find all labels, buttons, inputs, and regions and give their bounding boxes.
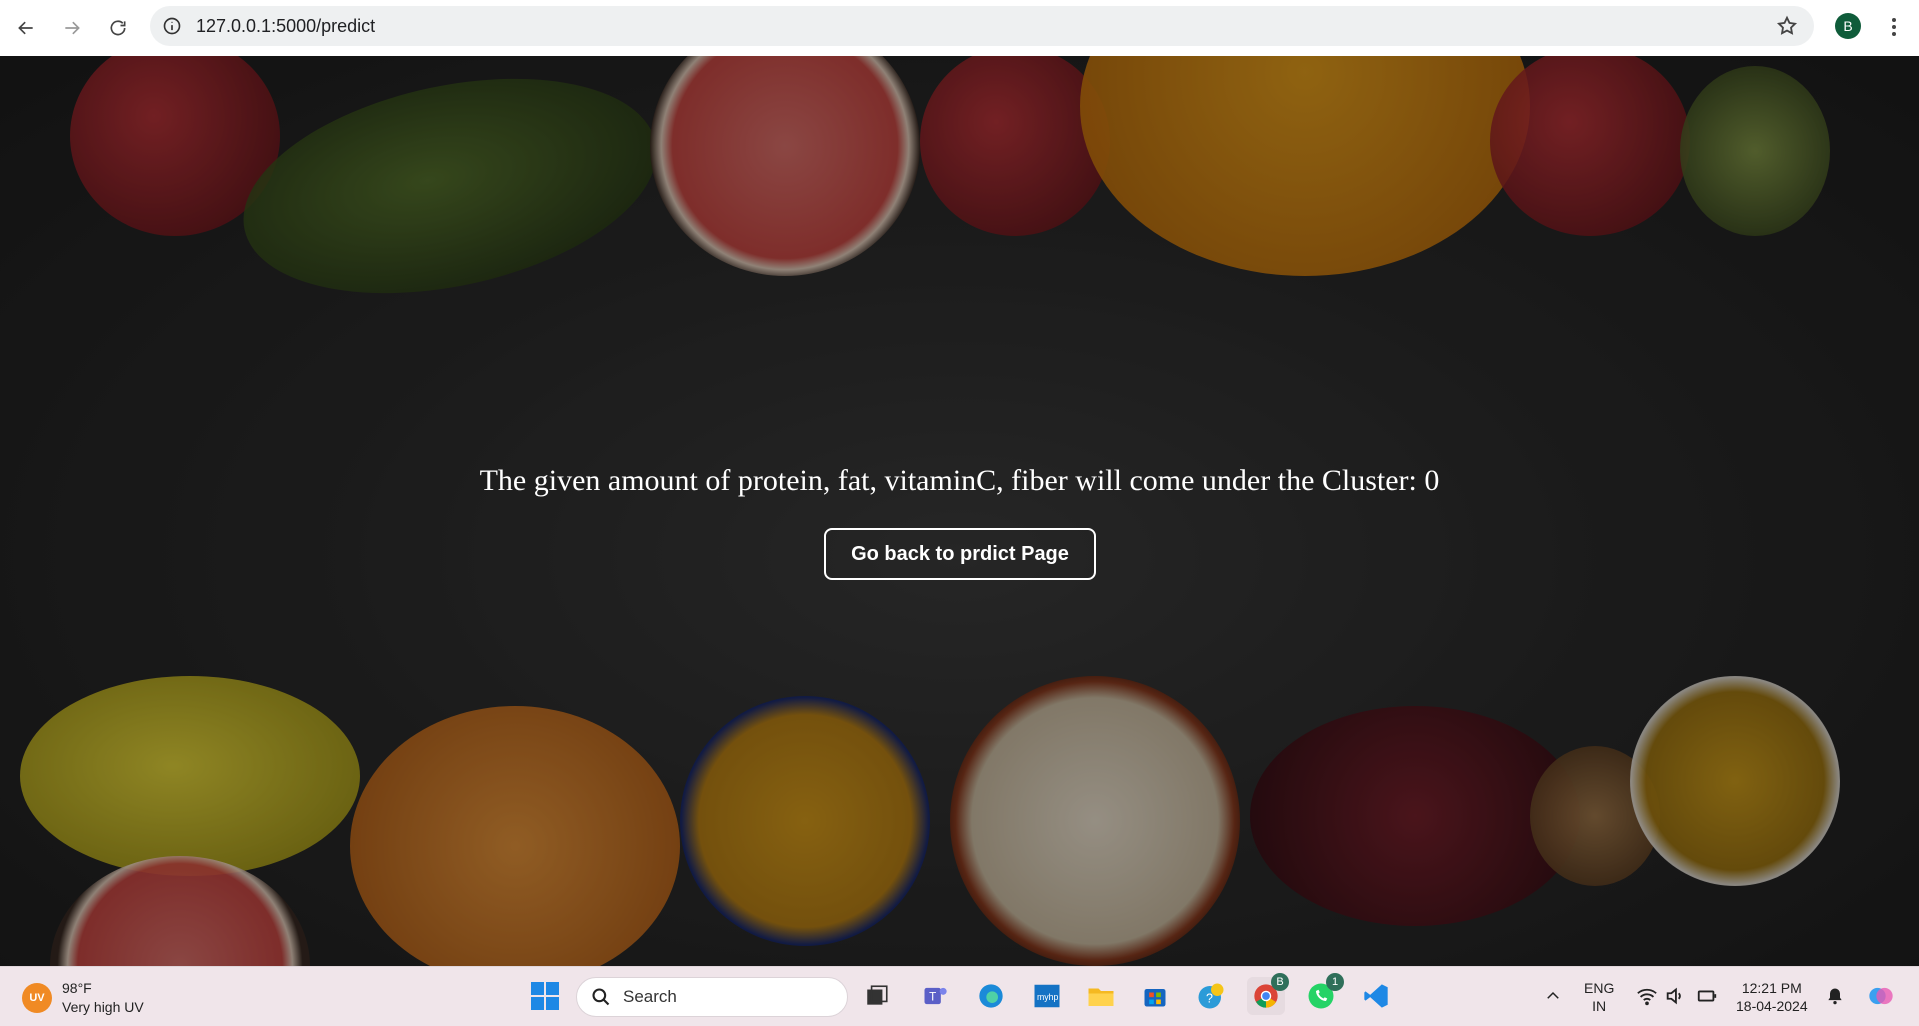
prediction-result-text: The given amount of protein, fat, vitami… <box>479 464 1440 497</box>
whatsapp-unread-badge: 1 <box>1326 973 1344 991</box>
chrome-profile-badge: B <box>1271 973 1289 991</box>
battery-icon[interactable] <box>1688 977 1726 1015</box>
task-view-icon[interactable] <box>858 977 896 1015</box>
copilot-icon[interactable] <box>1862 977 1900 1015</box>
site-info-icon[interactable] <box>162 16 182 36</box>
vscode-icon[interactable] <box>1357 977 1395 1015</box>
windows-start-icon[interactable] <box>526 977 564 1015</box>
language-indicator[interactable]: ENG IN <box>1584 979 1614 1015</box>
taskbar: UV 98°F Very high UV Search T myhp ? B 1 <box>0 966 1919 1026</box>
weather-temp: 98°F <box>62 980 92 996</box>
search-label: Search <box>623 987 677 1006</box>
address-bar[interactable]: 127.0.0.1:5000/predict <box>150 6 1814 46</box>
profile-avatar[interactable]: B <box>1835 13 1861 39</box>
teams-icon[interactable]: T <box>916 977 954 1015</box>
back-arrow-icon[interactable] <box>6 8 46 48</box>
browser-toolbar: 127.0.0.1:5000/predict B <box>0 0 1919 56</box>
svg-text:myhp: myhp <box>1037 992 1059 1002</box>
svg-text:?: ? <box>1206 991 1213 1005</box>
more-menu-icon[interactable] <box>1882 14 1906 40</box>
chrome-icon[interactable]: B <box>1247 973 1289 1015</box>
taskbar-search[interactable]: Search <box>576 977 848 1017</box>
language-secondary: IN <box>1592 998 1607 1014</box>
dark-overlay <box>0 56 1919 966</box>
clock-time: 12:21 PM <box>1741 980 1802 996</box>
go-back-button[interactable]: Go back to prdict Page <box>824 528 1096 580</box>
microsoft-store-icon[interactable] <box>1136 977 1174 1015</box>
edge-icon[interactable] <box>972 977 1010 1015</box>
notification-bell-icon[interactable] <box>1816 977 1854 1015</box>
weather-widget[interactable]: UV 98°F Very high UV <box>22 979 144 1017</box>
whatsapp-icon[interactable]: 1 <box>1302 973 1344 1015</box>
weather-desc: Very high UV <box>62 999 144 1015</box>
reload-icon[interactable] <box>98 8 138 48</box>
forward-arrow-icon[interactable] <box>52 8 92 48</box>
page-content: The given amount of protein, fat, vitami… <box>0 56 1919 966</box>
myhp-icon[interactable]: myhp <box>1028 977 1066 1015</box>
clock-date: 18-04-2024 <box>1736 998 1808 1014</box>
uv-icon: UV <box>22 983 52 1013</box>
file-explorer-icon[interactable] <box>1082 977 1120 1015</box>
language-primary: ENG <box>1584 980 1615 996</box>
clock[interactable]: 12:21 PM 18-04-2024 <box>1736 979 1808 1015</box>
help-icon[interactable]: ? <box>1192 977 1230 1015</box>
bookmark-star-icon[interactable] <box>1776 15 1798 37</box>
svg-text:T: T <box>929 991 936 1004</box>
search-icon <box>592 988 610 1006</box>
url-text[interactable]: 127.0.0.1:5000/predict <box>196 16 375 37</box>
show-hidden-icons-chevron-icon[interactable] <box>1534 977 1572 1015</box>
